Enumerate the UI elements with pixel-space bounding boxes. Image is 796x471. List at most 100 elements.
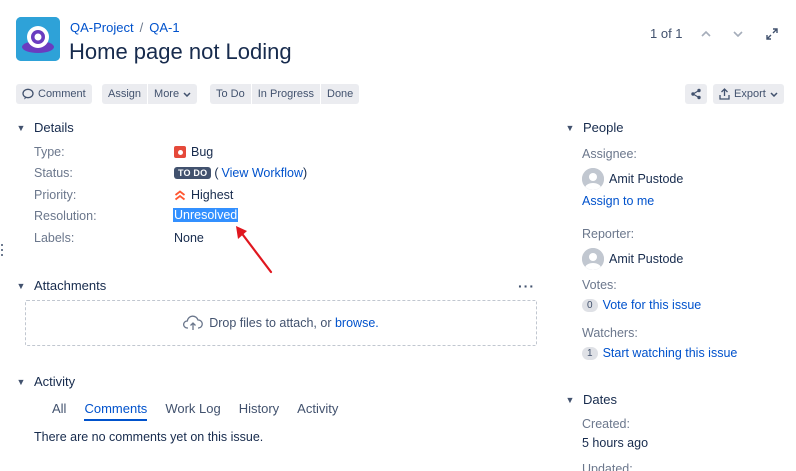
share-button[interactable] [685, 84, 707, 104]
watchers-label: Watchers: [582, 326, 638, 340]
cloud-upload-icon [183, 315, 204, 330]
activity-section-toggle[interactable]: ▼ Activity [16, 374, 76, 389]
in-progress-button-label: In Progress [257, 88, 314, 100]
export-button[interactable]: Export [713, 84, 784, 104]
expand-icon [766, 28, 778, 40]
todo-button[interactable]: To Do [210, 84, 251, 104]
export-button-label: Export [734, 88, 766, 100]
chevron-down-icon [770, 91, 778, 97]
tab-work-log[interactable]: Work Log [165, 399, 220, 421]
people-section-toggle[interactable]: ▼ People [565, 120, 624, 135]
assignee-value[interactable]: Amit Pustode [582, 168, 683, 190]
tab-all[interactable]: All [52, 399, 66, 421]
attachments-section-toggle[interactable]: ▼ Attachments [16, 278, 107, 293]
labels-value[interactable]: None [174, 231, 204, 245]
details-section-toggle[interactable]: ▼ Details [16, 120, 74, 135]
page-title: Home page not Loding [69, 39, 292, 64]
project-logo-icon [16, 17, 60, 61]
people-heading: People [583, 120, 624, 135]
type-label: Type: [34, 145, 65, 159]
workflow-paren-close: ) [303, 166, 308, 180]
panel-resize-handle[interactable] [0, 243, 4, 257]
tab-history[interactable]: History [239, 399, 279, 421]
export-icon [719, 88, 730, 100]
assign-to-me-link[interactable]: Assign to me [582, 194, 654, 208]
attachment-dropzone[interactable]: Drop files to attach, or browse. [25, 300, 537, 346]
bug-icon [174, 146, 186, 158]
share-wrapper [685, 84, 707, 104]
reporter-name: Amit Pustode [609, 252, 684, 266]
reporter-value[interactable]: Amit Pustode [582, 248, 683, 270]
assignee-label: Assignee: [582, 147, 637, 161]
priority-highest-icon [174, 189, 186, 200]
priority-value[interactable]: Highest [174, 188, 233, 202]
details-heading: Details [34, 120, 74, 135]
breadcrumb-project-link[interactable]: QA-Project [70, 20, 134, 35]
type-value-text: Bug [191, 145, 214, 159]
attachments-more-button[interactable]: ··· [518, 278, 535, 294]
chevron-down-icon: ▼ [565, 394, 575, 405]
chevron-up-icon [701, 31, 711, 37]
type-value[interactable]: Bug [174, 145, 213, 159]
assign-button[interactable]: Assign [102, 84, 148, 104]
votes-count-badge: 0 [582, 298, 598, 312]
issue-pager-count: 1 of 1 [650, 26, 683, 41]
expand-button[interactable] [762, 24, 782, 44]
dates-section-toggle[interactable]: ▼ Dates [565, 392, 617, 407]
chevron-down-icon: ▼ [16, 122, 26, 133]
browse-link[interactable]: browse. [335, 316, 379, 330]
user-avatar-icon [582, 248, 604, 270]
votes-value: 0 Vote for this issue [582, 298, 701, 312]
chevron-down-icon: ▼ [565, 122, 575, 133]
todo-button-label: To Do [216, 88, 245, 100]
more-icon: ··· [518, 278, 535, 294]
priority-label: Priority: [34, 188, 77, 202]
tab-activity[interactable]: Activity [297, 399, 338, 421]
done-button[interactable]: Done [321, 84, 360, 104]
issue-toolbar: Comment [16, 84, 92, 104]
breadcrumb: QA-Project / QA-1 [70, 20, 180, 35]
vote-link[interactable]: Vote for this issue [603, 298, 702, 312]
previous-issue-button[interactable] [696, 24, 716, 44]
tab-comments[interactable]: Comments [84, 399, 148, 421]
dates-heading: Dates [583, 392, 617, 407]
view-workflow-link[interactable]: View Workflow [222, 166, 304, 180]
created-label: Created: [582, 417, 630, 431]
share-icon [691, 88, 701, 100]
votes-label: Votes: [582, 278, 617, 292]
resolution-label: Resolution: [34, 209, 97, 223]
comment-icon [22, 88, 34, 100]
in-progress-button[interactable]: In Progress [251, 84, 320, 104]
labels-label: Labels: [34, 231, 75, 245]
avatar [582, 168, 604, 190]
watch-link[interactable]: Start watching this issue [603, 346, 738, 360]
project-avatar[interactable] [16, 17, 60, 61]
watchers-value: 1 Start watching this issue [582, 346, 737, 360]
resolution-value: Unresolved [173, 208, 239, 222]
priority-value-text: Highest [191, 188, 234, 202]
done-button-label: Done [327, 88, 354, 100]
resolution-value-text: Unresolved [173, 208, 239, 222]
annotation-arrow-icon [236, 226, 273, 274]
status-lozenge: TO DO [174, 167, 212, 179]
chevron-down-icon [183, 91, 191, 97]
chevron-down-icon [733, 31, 743, 37]
created-value: 5 hours ago [582, 436, 649, 450]
comment-button[interactable]: Comment [16, 84, 92, 104]
assign-button-label: Assign [108, 88, 142, 100]
workflow-button-group: To Do In Progress Done [210, 84, 360, 104]
user-avatar-icon [582, 168, 604, 190]
edit-button-group: Assign More [102, 84, 198, 104]
more-button-label: More [154, 88, 180, 100]
avatar [582, 248, 604, 270]
more-button[interactable]: More [148, 84, 198, 104]
watchers-count-badge: 1 [582, 346, 598, 360]
no-comments-message: There are no comments yet on this issue. [34, 430, 264, 444]
drag-handle-icon [1, 244, 3, 256]
reporter-label: Reporter: [582, 227, 635, 241]
next-issue-button[interactable] [728, 24, 748, 44]
workflow-paren-open: ( [214, 166, 219, 180]
status-label: Status: [34, 166, 73, 180]
breadcrumb-issue-link[interactable]: QA-1 [149, 20, 179, 35]
activity-tabs: All Comments Work Log History Activity [52, 399, 356, 421]
